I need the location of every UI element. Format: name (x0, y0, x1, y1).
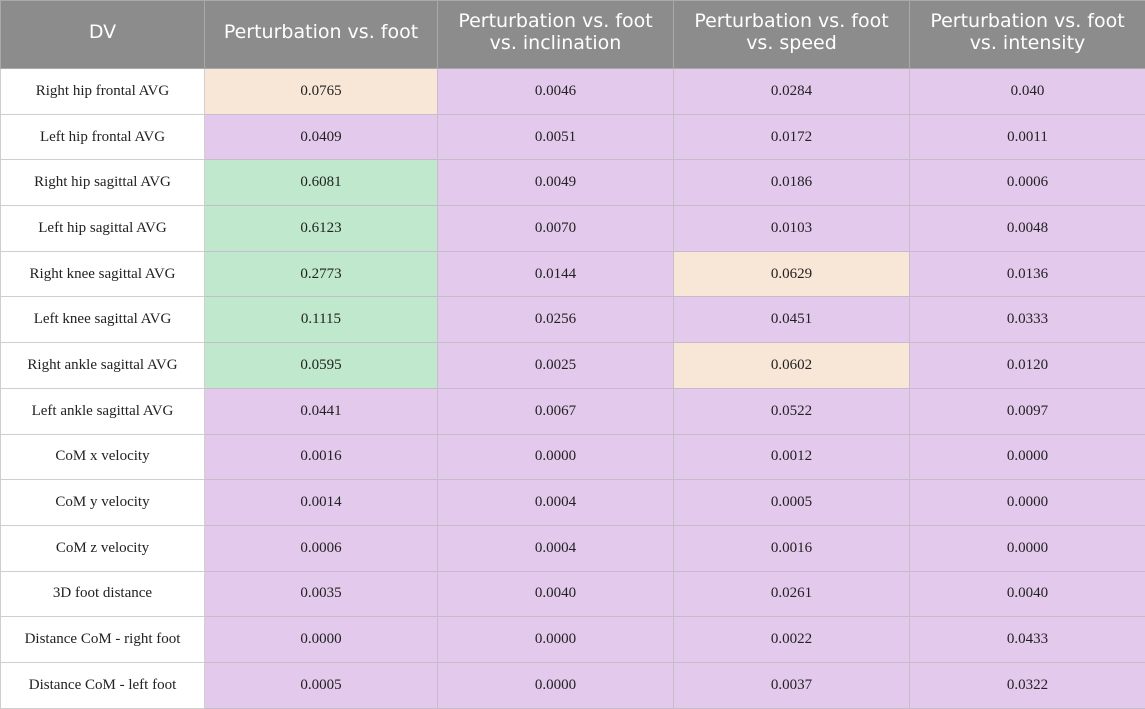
value-cell: 0.040 (910, 69, 1145, 115)
value-cell: 0.0000 (438, 434, 674, 480)
header-perturbation-foot-inclination: Perturbation vs. foot vs. inclination (438, 1, 674, 69)
value-cell: 0.0016 (205, 434, 438, 480)
dv-label: CoM y velocity (1, 480, 205, 526)
value-cell: 0.0103 (674, 206, 910, 252)
value-cell: 0.0051 (438, 114, 674, 160)
table-row: Left hip frontal AVG0.04090.00510.01720.… (1, 114, 1145, 160)
value-cell: 0.0070 (438, 206, 674, 252)
value-cell: 0.0522 (674, 388, 910, 434)
value-cell: 0.0136 (910, 251, 1145, 297)
value-cell: 0.0006 (910, 160, 1145, 206)
table-row: 3D foot distance0.00350.00400.02610.0040 (1, 571, 1145, 617)
table-row: Right ankle sagittal AVG0.05950.00250.06… (1, 343, 1145, 389)
value-cell: 0.0765 (205, 69, 438, 115)
dv-label: Left knee sagittal AVG (1, 297, 205, 343)
value-cell: 0.0256 (438, 297, 674, 343)
value-cell: 0.0595 (205, 343, 438, 389)
value-cell: 0.0322 (910, 662, 1145, 708)
value-cell: 0.0000 (910, 434, 1145, 480)
dv-label: Left hip frontal AVG (1, 114, 205, 160)
value-cell: 0.0040 (910, 571, 1145, 617)
value-cell: 0.0000 (910, 525, 1145, 571)
value-cell: 0.6123 (205, 206, 438, 252)
value-cell: 0.0097 (910, 388, 1145, 434)
table-row: Left knee sagittal AVG0.11150.02560.0451… (1, 297, 1145, 343)
table-body: Right hip frontal AVG0.07650.00460.02840… (1, 69, 1145, 709)
value-cell: 0.0451 (674, 297, 910, 343)
dv-label: Right hip frontal AVG (1, 69, 205, 115)
value-cell: 0.0014 (205, 480, 438, 526)
value-cell: 0.0000 (205, 617, 438, 663)
value-cell: 0.0022 (674, 617, 910, 663)
value-cell: 0.0006 (205, 525, 438, 571)
dv-label: Distance CoM - left foot (1, 662, 205, 708)
value-cell: 0.0040 (438, 571, 674, 617)
dv-label: CoM z velocity (1, 525, 205, 571)
value-cell: 0.0035 (205, 571, 438, 617)
table-row: Left hip sagittal AVG0.61230.00700.01030… (1, 206, 1145, 252)
value-cell: 0.0433 (910, 617, 1145, 663)
dv-label: Right knee sagittal AVG (1, 251, 205, 297)
header-row: DV Perturbation vs. foot Perturbation vs… (1, 1, 1145, 69)
value-cell: 0.0049 (438, 160, 674, 206)
header-dv: DV (1, 1, 205, 69)
dv-label: 3D foot distance (1, 571, 205, 617)
value-cell: 0.0000 (910, 480, 1145, 526)
value-cell: 0.0333 (910, 297, 1145, 343)
table-row: Right knee sagittal AVG0.27730.01440.062… (1, 251, 1145, 297)
table-row: Distance CoM - left foot0.00050.00000.00… (1, 662, 1145, 708)
header-perturbation-foot: Perturbation vs. foot (205, 1, 438, 69)
dv-label: Right hip sagittal AVG (1, 160, 205, 206)
value-cell: 0.0409 (205, 114, 438, 160)
value-cell: 0.0067 (438, 388, 674, 434)
value-cell: 0.0172 (674, 114, 910, 160)
value-cell: 0.0016 (674, 525, 910, 571)
table-row: Right hip sagittal AVG0.60810.00490.0186… (1, 160, 1145, 206)
value-cell: 0.0004 (438, 525, 674, 571)
dv-label: Left ankle sagittal AVG (1, 388, 205, 434)
value-cell: 0.0000 (438, 662, 674, 708)
value-cell: 0.0144 (438, 251, 674, 297)
value-cell: 0.6081 (205, 160, 438, 206)
dv-label: Right ankle sagittal AVG (1, 343, 205, 389)
value-cell: 0.0011 (910, 114, 1145, 160)
value-cell: 0.0004 (438, 480, 674, 526)
value-cell: 0.1115 (205, 297, 438, 343)
value-cell: 0.0012 (674, 434, 910, 480)
table-row: CoM z velocity0.00060.00040.00160.0000 (1, 525, 1145, 571)
header-perturbation-foot-intensity: Perturbation vs. foot vs. intensity (910, 1, 1145, 69)
value-cell: 0.0261 (674, 571, 910, 617)
value-cell: 0.0025 (438, 343, 674, 389)
value-cell: 0.0120 (910, 343, 1145, 389)
value-cell: 0.0186 (674, 160, 910, 206)
results-table: DV Perturbation vs. foot Perturbation vs… (0, 0, 1145, 709)
table-row: Right hip frontal AVG0.07650.00460.02840… (1, 69, 1145, 115)
value-cell: 0.0441 (205, 388, 438, 434)
value-cell: 0.0629 (674, 251, 910, 297)
value-cell: 0.0005 (674, 480, 910, 526)
value-cell: 0.2773 (205, 251, 438, 297)
table-row: Left ankle sagittal AVG0.04410.00670.052… (1, 388, 1145, 434)
table-row: CoM x velocity0.00160.00000.00120.0000 (1, 434, 1145, 480)
header-perturbation-foot-speed: Perturbation vs. foot vs. speed (674, 1, 910, 69)
value-cell: 0.0602 (674, 343, 910, 389)
value-cell: 0.0037 (674, 662, 910, 708)
table-row: Distance CoM - right foot0.00000.00000.0… (1, 617, 1145, 663)
value-cell: 0.0048 (910, 206, 1145, 252)
value-cell: 0.0284 (674, 69, 910, 115)
dv-label: Distance CoM - right foot (1, 617, 205, 663)
table-row: CoM y velocity0.00140.00040.00050.0000 (1, 480, 1145, 526)
table-header: DV Perturbation vs. foot Perturbation vs… (1, 1, 1145, 69)
dv-label: Left hip sagittal AVG (1, 206, 205, 252)
value-cell: 0.0046 (438, 69, 674, 115)
dv-label: CoM x velocity (1, 434, 205, 480)
value-cell: 0.0000 (438, 617, 674, 663)
value-cell: 0.0005 (205, 662, 438, 708)
